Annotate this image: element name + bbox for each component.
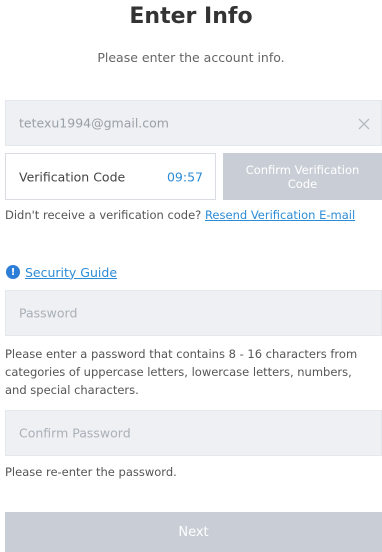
verification-code-field[interactable]: Verification Code 09:57 [5, 153, 216, 200]
resend-row: Didn't receive a verification code? Rese… [5, 208, 382, 222]
email-field[interactable]: tetexu1994@gmail.com [5, 100, 382, 146]
resend-verification-link[interactable]: Resend Verification E-mail [205, 208, 355, 222]
email-value: tetexu1994@gmail.com [19, 115, 169, 131]
info-icon: ! [6, 265, 20, 279]
confirm-password-placeholder: Confirm Password [19, 425, 131, 441]
password-placeholder: Password [19, 305, 78, 321]
next-button[interactable]: Next [5, 512, 382, 552]
verification-code-placeholder: Verification Code [19, 169, 126, 184]
password-field[interactable]: Password [5, 290, 382, 336]
resend-prompt: Didn't receive a verification code? [5, 208, 202, 222]
confirm-password-hint: Please re-enter the password. [5, 465, 177, 479]
password-hint: Please enter a password that contains 8 … [5, 347, 358, 397]
countdown-timer: 09:57 [166, 169, 203, 184]
enter-info-page: Enter Info Please enter the account info… [0, 0, 382, 552]
security-guide-row[interactable]: ! Security Guide [6, 264, 117, 280]
security-guide-link[interactable]: Security Guide [25, 265, 117, 280]
page-subtitle: Please enter the account info. [97, 50, 285, 65]
close-icon[interactable] [357, 116, 371, 130]
confirm-password-field[interactable]: Confirm Password [5, 410, 382, 456]
confirm-verification-code-button[interactable]: Confirm Verification Code [223, 153, 382, 200]
page-title: Enter Info [129, 4, 253, 29]
